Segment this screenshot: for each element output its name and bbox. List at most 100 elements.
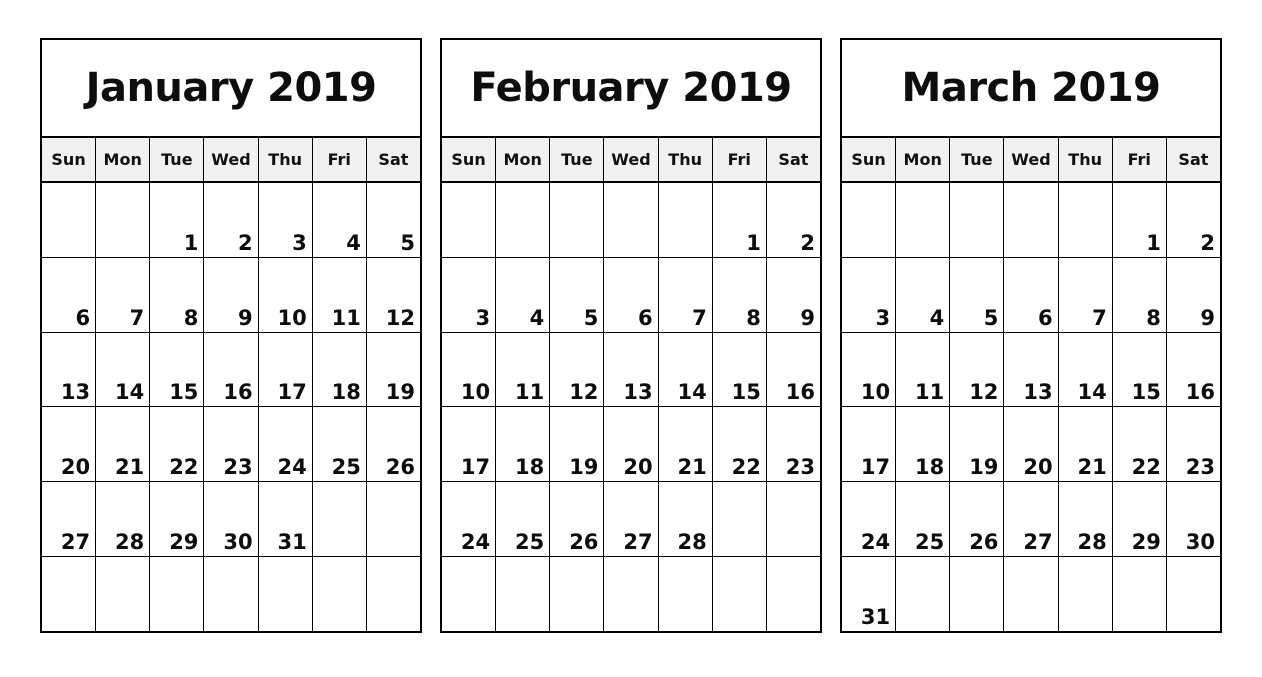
day-cell[interactable]: 24 <box>842 482 897 557</box>
day-cell-empty[interactable] <box>658 183 713 257</box>
day-cell-empty[interactable] <box>550 557 605 631</box>
day-cell[interactable]: 5 <box>550 257 605 332</box>
day-cell[interactable]: 21 <box>658 407 713 482</box>
day-cell[interactable]: 16 <box>1166 332 1220 407</box>
day-cell[interactable]: 2 <box>1166 183 1220 257</box>
day-cell[interactable]: 23 <box>766 407 820 482</box>
day-cell[interactable]: 14 <box>658 332 713 407</box>
day-cell[interactable]: 8 <box>150 257 205 332</box>
day-cell[interactable]: 20 <box>1004 407 1059 482</box>
day-cell[interactable]: 17 <box>258 332 313 407</box>
day-cell[interactable]: 1 <box>712 183 767 257</box>
day-cell[interactable]: 28 <box>1058 482 1113 557</box>
day-cell[interactable]: 24 <box>258 407 313 482</box>
day-cell-empty[interactable] <box>766 482 820 557</box>
day-cell[interactable]: 26 <box>550 482 605 557</box>
day-cell-empty[interactable] <box>950 557 1005 631</box>
day-cell[interactable]: 2 <box>204 183 259 257</box>
day-cell-empty[interactable] <box>1058 557 1113 631</box>
day-cell[interactable]: 9 <box>766 257 820 332</box>
day-cell[interactable]: 15 <box>150 332 205 407</box>
day-cell-empty[interactable] <box>1004 183 1059 257</box>
day-cell-empty[interactable] <box>950 183 1005 257</box>
day-cell[interactable]: 28 <box>658 482 713 557</box>
day-cell-empty[interactable] <box>712 482 767 557</box>
day-cell[interactable]: 4 <box>896 257 951 332</box>
day-cell-empty[interactable] <box>842 183 897 257</box>
day-cell[interactable]: 19 <box>550 407 605 482</box>
day-cell[interactable]: 22 <box>1112 407 1167 482</box>
day-cell[interactable]: 18 <box>496 407 551 482</box>
day-cell[interactable]: 5 <box>366 183 420 257</box>
day-cell-empty[interactable] <box>366 482 420 557</box>
day-cell-empty[interactable] <box>1004 557 1059 631</box>
day-cell-empty[interactable] <box>1112 557 1167 631</box>
day-cell-empty[interactable] <box>1058 183 1113 257</box>
day-cell[interactable]: 30 <box>1166 482 1220 557</box>
day-cell-empty[interactable] <box>42 557 97 631</box>
day-cell-empty[interactable] <box>712 557 767 631</box>
day-cell[interactable]: 3 <box>258 183 313 257</box>
day-cell[interactable]: 26 <box>366 407 420 482</box>
day-cell[interactable]: 23 <box>1166 407 1220 482</box>
day-cell[interactable]: 10 <box>258 257 313 332</box>
day-cell[interactable]: 30 <box>204 482 259 557</box>
day-cell[interactable]: 14 <box>1058 332 1113 407</box>
day-cell-empty[interactable] <box>550 183 605 257</box>
day-cell[interactable]: 17 <box>842 407 897 482</box>
day-cell-empty[interactable] <box>896 557 951 631</box>
day-cell-empty[interactable] <box>896 183 951 257</box>
day-cell-empty[interactable] <box>96 557 151 631</box>
day-cell[interactable]: 19 <box>950 407 1005 482</box>
day-cell[interactable]: 16 <box>204 332 259 407</box>
day-cell[interactable]: 12 <box>550 332 605 407</box>
day-cell-empty[interactable] <box>42 183 97 257</box>
day-cell-empty[interactable] <box>1166 557 1220 631</box>
day-cell[interactable]: 26 <box>950 482 1005 557</box>
day-cell[interactable]: 17 <box>442 407 497 482</box>
day-cell-empty[interactable] <box>766 557 820 631</box>
day-cell[interactable]: 1 <box>150 183 205 257</box>
day-cell-empty[interactable] <box>658 557 713 631</box>
day-cell[interactable]: 20 <box>42 407 97 482</box>
day-cell[interactable]: 7 <box>1058 257 1113 332</box>
day-cell[interactable]: 2 <box>766 183 820 257</box>
day-cell-empty[interactable] <box>604 183 659 257</box>
day-cell[interactable]: 29 <box>1112 482 1167 557</box>
day-cell[interactable]: 19 <box>366 332 420 407</box>
day-cell[interactable]: 22 <box>712 407 767 482</box>
day-cell[interactable]: 7 <box>96 257 151 332</box>
day-cell[interactable]: 1 <box>1112 183 1167 257</box>
day-cell[interactable]: 13 <box>1004 332 1059 407</box>
day-cell[interactable]: 22 <box>150 407 205 482</box>
day-cell[interactable]: 3 <box>842 257 897 332</box>
day-cell[interactable]: 6 <box>604 257 659 332</box>
day-cell[interactable]: 31 <box>842 557 897 631</box>
day-cell-empty[interactable] <box>312 482 367 557</box>
day-cell[interactable]: 20 <box>604 407 659 482</box>
day-cell[interactable]: 5 <box>950 257 1005 332</box>
day-cell[interactable]: 14 <box>96 332 151 407</box>
day-cell[interactable]: 18 <box>312 332 367 407</box>
day-cell[interactable]: 18 <box>896 407 951 482</box>
day-cell[interactable]: 12 <box>950 332 1005 407</box>
day-cell[interactable]: 10 <box>442 332 497 407</box>
day-cell[interactable]: 29 <box>150 482 205 557</box>
day-cell-empty[interactable] <box>366 557 420 631</box>
day-cell[interactable]: 24 <box>442 482 497 557</box>
day-cell[interactable]: 4 <box>312 183 367 257</box>
day-cell[interactable]: 7 <box>658 257 713 332</box>
day-cell[interactable]: 25 <box>896 482 951 557</box>
day-cell-empty[interactable] <box>442 557 497 631</box>
day-cell-empty[interactable] <box>258 557 313 631</box>
day-cell[interactable]: 11 <box>312 257 367 332</box>
day-cell[interactable]: 12 <box>366 257 420 332</box>
day-cell[interactable]: 21 <box>96 407 151 482</box>
day-cell[interactable]: 11 <box>896 332 951 407</box>
day-cell-empty[interactable] <box>604 557 659 631</box>
day-cell-empty[interactable] <box>312 557 367 631</box>
day-cell-empty[interactable] <box>496 183 551 257</box>
day-cell[interactable]: 21 <box>1058 407 1113 482</box>
day-cell[interactable]: 27 <box>1004 482 1059 557</box>
day-cell-empty[interactable] <box>442 183 497 257</box>
